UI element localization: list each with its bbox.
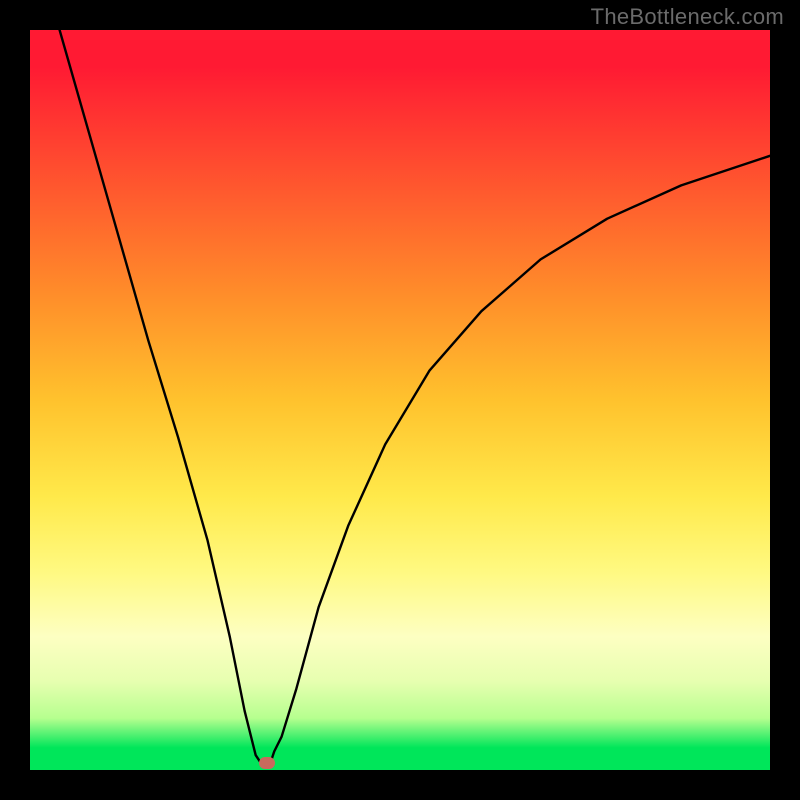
curve-svg [30, 30, 770, 770]
chart-frame: TheBottleneck.com [0, 0, 800, 800]
bottleneck-curve [60, 30, 770, 766]
plot-area [30, 30, 770, 770]
min-point-marker [259, 757, 275, 769]
watermark-text: TheBottleneck.com [591, 4, 784, 30]
